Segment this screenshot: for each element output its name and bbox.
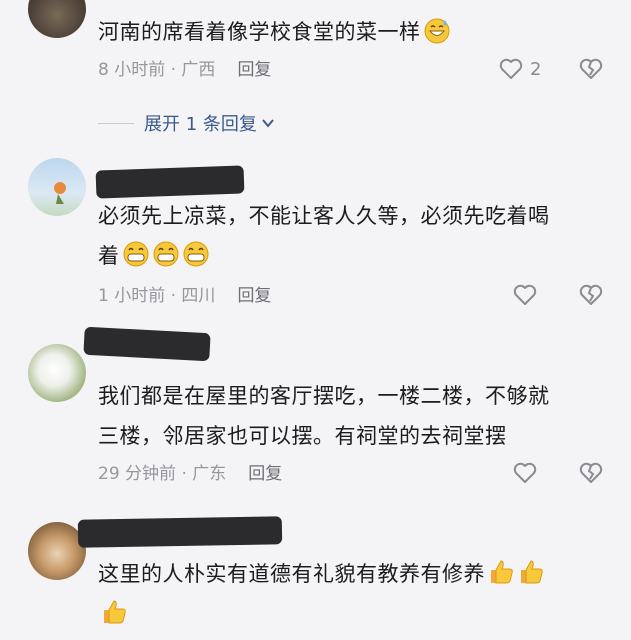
avatar[interactable] bbox=[28, 0, 86, 38]
comment-text: 河南的席看着像学校食堂的菜一样 bbox=[98, 12, 608, 52]
chevron-down-icon bbox=[262, 119, 274, 128]
sweat-smile-emoji-icon bbox=[424, 18, 449, 44]
comment-time-location: 8 小时前 · 广西 bbox=[98, 60, 216, 80]
comment-meta: 1 小时前 · 四川 回复 bbox=[98, 284, 271, 308]
expand-replies-label: 展开 1 条回复 bbox=[144, 114, 257, 135]
expand-replies-row: 展开 1 条回复 bbox=[98, 110, 275, 136]
like-button[interactable]: 2 bbox=[498, 56, 541, 82]
reply-button[interactable]: 回复 bbox=[237, 60, 271, 80]
comment-text: 我们都是在屋里的客厅摆吃，一楼二楼，不够就 三楼，邻居家也可以摆。有祠堂的去祠堂… bbox=[98, 384, 550, 448]
thumbs-up-emoji-icon bbox=[521, 560, 543, 584]
broken-heart-icon[interactable] bbox=[578, 56, 604, 82]
grin-emoji-icon bbox=[153, 241, 178, 267]
heart-icon[interactable] bbox=[512, 460, 538, 486]
avatar-image bbox=[54, 182, 66, 204]
comment-text: 必须先上凉菜，不能让客人久等，必须先吃着喝 着 bbox=[98, 204, 550, 268]
grin-emoji-icon bbox=[183, 241, 208, 267]
comment-time-location: 29 分钟前 · 广东 bbox=[98, 464, 227, 484]
heart-icon[interactable] bbox=[512, 282, 538, 308]
thumbs-up-emoji-icon bbox=[104, 600, 126, 624]
like-count: 2 bbox=[530, 58, 542, 80]
broken-heart-icon[interactable] bbox=[578, 460, 604, 486]
avatar[interactable] bbox=[28, 158, 86, 216]
username-redacted bbox=[95, 165, 245, 199]
divider bbox=[98, 122, 134, 124]
broken-heart-icon[interactable] bbox=[578, 282, 604, 308]
avatar[interactable] bbox=[28, 344, 86, 402]
grin-emoji-icon bbox=[123, 241, 148, 267]
comment-meta: 8 小时前 · 广西 回复 bbox=[98, 58, 271, 82]
expand-replies-button[interactable]: 展开 1 条回复 bbox=[144, 110, 275, 136]
thumbs-up-emoji-icon bbox=[491, 560, 513, 584]
reply-button[interactable]: 回复 bbox=[248, 464, 282, 484]
comment-text: 这里的人朴实有道德有礼貌有教养有修养 bbox=[98, 554, 608, 634]
comment-time-location: 1 小时前 · 四川 bbox=[98, 286, 216, 306]
reply-button[interactable]: 回复 bbox=[237, 286, 271, 306]
heart-icon bbox=[499, 58, 523, 79]
username-redacted bbox=[77, 516, 283, 548]
username-redacted bbox=[83, 326, 211, 362]
comment-meta: 29 分钟前 · 广东 回复 bbox=[98, 462, 282, 486]
